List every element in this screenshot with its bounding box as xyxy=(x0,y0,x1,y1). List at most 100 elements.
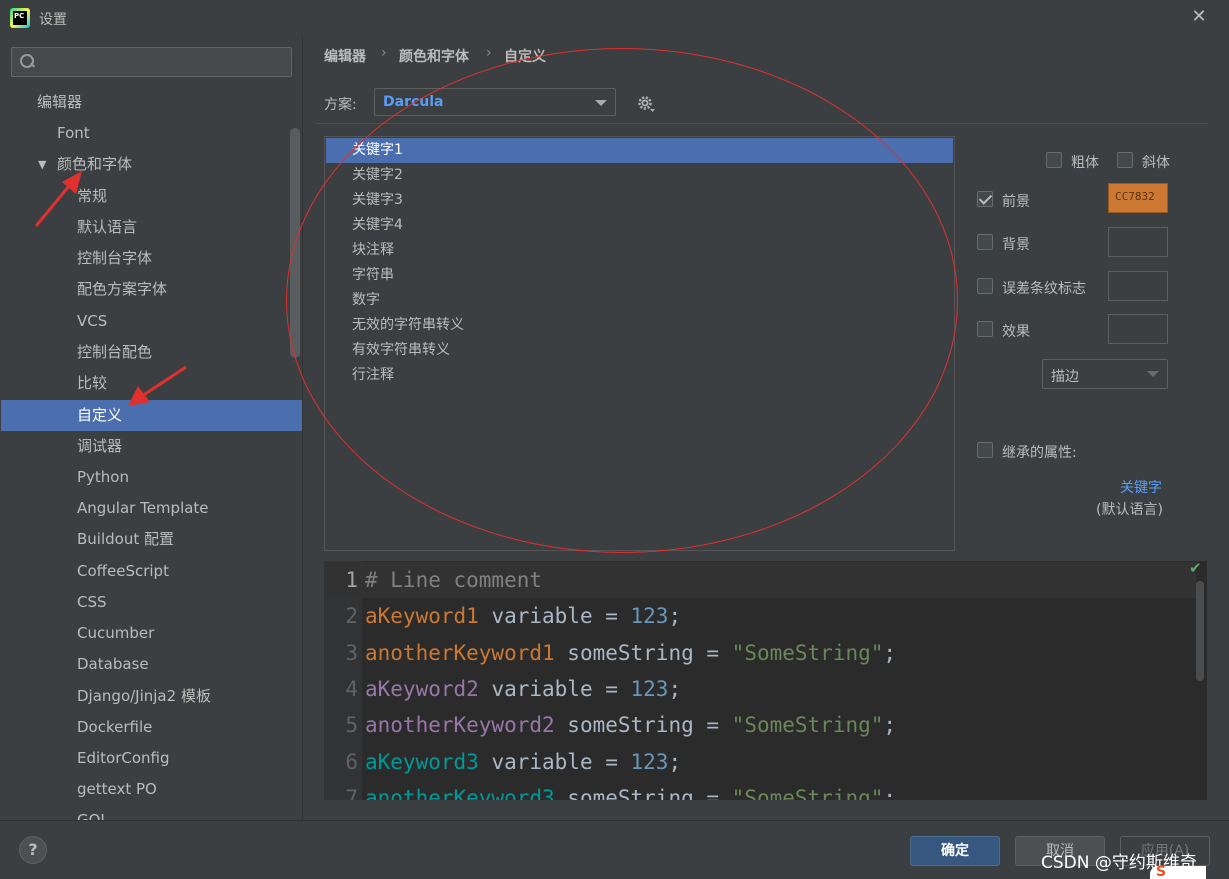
inherit-checkbox[interactable] xyxy=(977,442,993,458)
watermark-logo-text: S xyxy=(1156,864,1167,879)
close-icon[interactable]: ✕ xyxy=(1188,6,1210,28)
sidebar-item-editor[interactable]: 编辑器 xyxy=(37,87,82,118)
attribute-list-item[interactable]: 无效的字符串转义 xyxy=(326,313,953,338)
search-input[interactable] xyxy=(44,50,284,74)
expand-toggle-icon[interactable]: ▼ xyxy=(38,149,46,180)
code-token: aKeyword2 xyxy=(365,676,479,701)
code-text: anotherKeyword3 someString = "SomeString… xyxy=(365,780,896,800)
attribute-list-item[interactable]: 块注释 xyxy=(326,238,953,263)
attribute-list-item[interactable]: 行注释 xyxy=(326,363,953,388)
sidebar-item-gettext-po[interactable]: gettext PO xyxy=(77,774,157,805)
code-token: anotherKeyword2 xyxy=(365,713,555,738)
sidebar-item-label: 控制台字体 xyxy=(77,249,153,267)
effect-type-dropdown[interactable]: 描边 xyxy=(1042,359,1168,389)
attribute-list-item[interactable]: 关键字2 xyxy=(326,163,953,188)
attribute-list[interactable]: 关键字1 关键字2 关键字3 关键字4 块注释 字符串 数字 无效的字符串转义 有效字符串转义行… xyxy=(324,136,955,551)
sidebar-item-custom[interactable]: 自定义 xyxy=(1,400,302,431)
scheme-label: 方案: xyxy=(324,97,357,113)
sidebar-item-database[interactable]: Database xyxy=(77,649,149,680)
italic-checkbox[interactable] xyxy=(1117,152,1133,168)
attribute-list-item[interactable]: 关键字4 xyxy=(326,213,953,238)
background-checkbox[interactable] xyxy=(977,234,993,250)
sidebar-item-gql[interactable]: GQL xyxy=(77,805,109,820)
code-token: anotherKeyword3 xyxy=(365,785,555,800)
code-token: aKeyword3 xyxy=(365,749,479,774)
attribute-list-item[interactable]: 字符串 xyxy=(326,263,953,288)
sidebar-item-diff[interactable]: 比较 xyxy=(77,368,107,399)
code-text: aKeyword1 variable = 123; xyxy=(365,598,681,634)
inherit-link[interactable]: 关键字 xyxy=(1120,477,1162,497)
sidebar-item-django-jinja2[interactable]: Django/Jinja2 模板 xyxy=(77,681,211,712)
sidebar-item-color-scheme[interactable]: ▼ 颜色和字体 xyxy=(38,149,132,180)
sidebar-item-buildout[interactable]: Buildout 配置 xyxy=(77,524,174,555)
sidebar-item-python[interactable]: Python xyxy=(77,462,129,493)
effects-color-swatch[interactable] xyxy=(1108,314,1168,344)
sidebar-item-angular-template[interactable]: Angular Template xyxy=(77,493,209,524)
foreground-color-swatch[interactable]: CC7832 xyxy=(1108,183,1168,213)
sidebar-item-dockerfile[interactable]: Dockerfile xyxy=(77,712,152,743)
foreground-color-value: CC7832 xyxy=(1115,190,1155,203)
gear-icon[interactable] xyxy=(636,94,656,114)
sidebar-item-label: Angular Template xyxy=(77,499,209,517)
search-icon xyxy=(20,53,40,71)
settings-sidebar: 编辑器 Font ▼ 颜色和字体 常规默认语言控制台字体配色方案字体 VCS 控制台配色 比较… xyxy=(0,36,303,820)
attribute-list-item[interactable]: 关键字3 xyxy=(326,188,953,213)
breadcrumb-editor[interactable]: 编辑器 xyxy=(324,46,366,66)
code-text: # Line comment xyxy=(365,562,542,598)
sidebar-item-debugger[interactable]: 调试器 xyxy=(77,431,122,462)
line-number: 1 xyxy=(345,568,358,592)
code-preview[interactable]: 1 # Line comment 2 aKeyword1 variable = 123… xyxy=(324,561,1207,800)
sidebar-item-css[interactable]: CSS xyxy=(77,587,107,618)
sidebar-item-console-font[interactable]: 控制台字体 xyxy=(77,243,152,274)
error-stripe-label: 误差条纹标志 xyxy=(1002,281,1086,297)
ok-button[interactable]: 确定 xyxy=(910,836,1000,866)
error-stripe-color-swatch[interactable] xyxy=(1108,271,1168,301)
sidebar-item-label: Cucumber xyxy=(77,624,155,642)
sidebar-item-default-language[interactable]: 默认语言 xyxy=(77,212,137,243)
line-number: 6 xyxy=(345,749,358,774)
code-token: ; xyxy=(668,676,682,701)
sidebar-item-font[interactable]: Font xyxy=(57,118,90,149)
code-token: ; xyxy=(668,604,682,629)
bottom-divider xyxy=(0,820,1229,821)
settings-search[interactable] xyxy=(11,47,292,77)
effects-checkbox[interactable] xyxy=(977,321,993,337)
bold-checkbox[interactable] xyxy=(1046,152,1062,168)
sidebar-item-label: CoffeeScript xyxy=(77,562,169,580)
app-icon-text: PC xyxy=(13,11,27,25)
sidebar-item-scheme-font[interactable]: 配色方案字体 xyxy=(77,274,167,305)
sidebar-item-general[interactable]: 常规 xyxy=(77,181,107,212)
sidebar-scrollbar[interactable] xyxy=(290,128,300,358)
attribute-list-item[interactable]: 有效字符串转义 xyxy=(326,338,953,363)
effect-type-value: 描边 xyxy=(1051,369,1079,385)
preview-scrollbar[interactable] xyxy=(1196,581,1204,681)
error-stripe-checkbox[interactable] xyxy=(977,278,993,294)
foreground-checkbox[interactable] xyxy=(977,191,993,207)
background-color-swatch[interactable] xyxy=(1108,227,1168,257)
sidebar-item-label: Django/Jinja2 模板 xyxy=(77,687,211,705)
scheme-dropdown[interactable]: Darcula xyxy=(374,88,616,116)
sidebar-item-label: 默认语言 xyxy=(77,218,138,236)
breadcrumb-color-scheme[interactable]: 颜色和字体 xyxy=(399,46,469,66)
chevron-down-icon xyxy=(1147,371,1159,377)
sidebar-item-vcs[interactable]: VCS xyxy=(77,306,107,337)
code-token: ; xyxy=(668,749,682,774)
code-token: someString = xyxy=(554,785,732,800)
attribute-list-item[interactable]: 数字 xyxy=(326,288,953,313)
attribute-list-item[interactable]: 关键字1 xyxy=(326,138,953,163)
code-text: aKeyword2 variable = 123; xyxy=(365,671,681,707)
code-token: variable = xyxy=(478,749,631,774)
sidebar-item-label: Font xyxy=(57,124,90,142)
help-button[interactable]: ? xyxy=(19,836,47,864)
code-token: 123 xyxy=(630,604,669,629)
sidebar-item-label: GQL xyxy=(77,811,109,820)
breadcrumb-custom: 自定义 xyxy=(504,49,546,65)
sidebar-item-console-colors[interactable]: 控制台配色 xyxy=(77,337,152,368)
sidebar-item-cucumber[interactable]: Cucumber xyxy=(77,618,154,649)
code-token: someString = xyxy=(554,640,732,665)
code-text: aKeyword3 variable = 123; xyxy=(365,744,681,780)
sidebar-item-coffeescript[interactable]: CoffeeScript xyxy=(77,556,169,587)
sidebar-item-editorconfig[interactable]: EditorConfig xyxy=(77,743,170,774)
line-number: 7 xyxy=(345,785,358,800)
code-token: # Line comment xyxy=(365,568,543,592)
